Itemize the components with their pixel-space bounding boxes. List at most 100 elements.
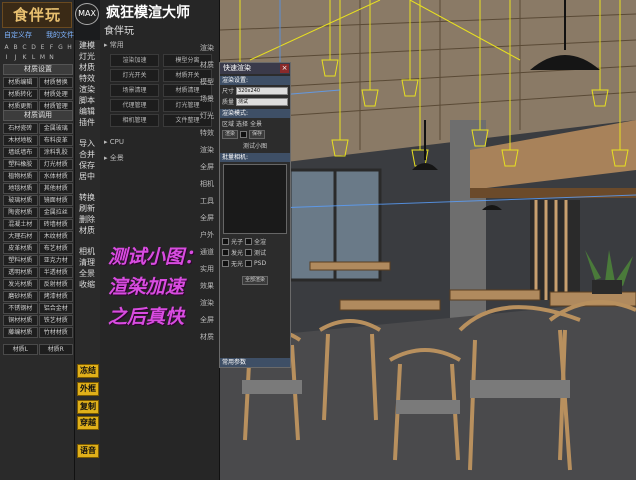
material-library-button[interactable]: 半透材质 — [38, 267, 73, 278]
material-library-button[interactable]: 亚克力材 — [38, 255, 73, 266]
material-library-button[interactable]: 铁艺材质 — [38, 315, 73, 326]
material-library-button[interactable]: 木材地板 — [3, 135, 38, 146]
bottom-button[interactable]: 材质R — [38, 344, 73, 355]
material-library-button[interactable]: 不锈钢材 — [3, 303, 38, 314]
alpha-filter-a[interactable]: A — [3, 44, 10, 52]
material-library-button[interactable]: 陶瓷材质 — [3, 207, 38, 218]
common-params-footer[interactable]: 常用参数 — [220, 358, 290, 367]
material-library-button[interactable]: 皮革材质 — [3, 243, 38, 254]
plugin-vertical-tab[interactable]: 相机 — [196, 176, 218, 193]
nolight-checkbox[interactable] — [222, 260, 229, 267]
alpha-filter-l[interactable]: L — [30, 54, 37, 62]
alpha-filter-h[interactable]: H — [66, 44, 73, 52]
custom-save-link[interactable]: 自定义存 — [4, 30, 32, 40]
dialog-titlebar[interactable]: 快速渲染 × — [220, 63, 290, 74]
mode-panorama[interactable]: 全景 — [250, 119, 262, 128]
alpha-filter-g[interactable]: G — [57, 44, 64, 52]
passthrough-button[interactable]: 穿越 — [77, 416, 99, 430]
material-library-button[interactable]: 布艺材质 — [38, 243, 73, 254]
test-checkbox[interactable] — [245, 249, 253, 256]
material-library-button[interactable]: 金属拉丝 — [38, 207, 73, 218]
tool-strip-item[interactable]: 插件 — [75, 117, 99, 128]
material-setting-button[interactable]: 材质编辑 — [3, 77, 38, 88]
alpha-filter-c[interactable]: C — [21, 44, 28, 52]
alpha-filter-j[interactable]: J — [12, 54, 19, 62]
plugin-button[interactable]: 灯光开关 — [110, 69, 159, 82]
plugin-button[interactable]: 场景清理 — [110, 84, 159, 97]
tool-strip-item[interactable]: 特效 — [75, 73, 99, 84]
copy-button[interactable]: 复制 — [77, 400, 99, 414]
mode-select[interactable]: 选择 — [236, 119, 248, 128]
material-library-button[interactable]: 镜面材质 — [38, 195, 73, 206]
material-library-button[interactable]: 灯光材质 — [38, 159, 73, 170]
tool-strip-item[interactable]: 刷新 — [75, 203, 99, 214]
plugin-vertical-tab[interactable]: 材质 — [196, 57, 218, 74]
material-library-button[interactable]: 涂料乳胶 — [38, 147, 73, 158]
material-library-button[interactable]: 透明材质 — [3, 267, 38, 278]
plugin-vertical-tab[interactable]: 场景 — [196, 91, 218, 108]
outline-button[interactable]: 外框 — [77, 382, 99, 396]
alpha-filter-i[interactable]: I — [3, 54, 10, 62]
material-setting-button[interactable]: 材质处理 — [38, 89, 73, 100]
tool-strip-item[interactable]: 删除 — [75, 214, 99, 225]
tool-strip-item[interactable]: 脚本 — [75, 95, 99, 106]
voice-button[interactable]: 语音 — [77, 444, 99, 458]
tool-strip-item[interactable]: 合并 — [75, 149, 99, 160]
material-library-button[interactable]: 塑料橡胶 — [3, 159, 38, 170]
material-library-button[interactable]: 竹材材质 — [38, 327, 73, 338]
plugin-vertical-tab[interactable]: 灯光 — [196, 108, 218, 125]
photon-checkbox[interactable] — [222, 238, 229, 245]
material-library-button[interactable]: 烤漆材质 — [38, 291, 73, 302]
my-files-link[interactable]: 我的文件 — [46, 30, 74, 40]
render-checkbox[interactable] — [240, 131, 248, 138]
material-library-button[interactable]: 藤编材质 — [3, 327, 38, 338]
material-setting-button[interactable]: 材质替换 — [38, 77, 73, 88]
plugin-vertical-tab[interactable]: 材质 — [196, 329, 218, 346]
plugin-vertical-tab[interactable]: 全屏 — [196, 312, 218, 329]
alpha-filter-d[interactable]: D — [30, 44, 37, 52]
bottom-button[interactable]: 材质L — [3, 344, 38, 355]
alpha-filter-n[interactable]: N — [48, 54, 55, 62]
material-library-button[interactable]: 植物材质 — [3, 171, 38, 182]
material-library-button[interactable]: 玻璃材质 — [3, 195, 38, 206]
plugin-vertical-tab[interactable]: 效果 — [196, 278, 218, 295]
material-library-button[interactable]: 地毯材质 — [3, 183, 38, 194]
material-library-button[interactable]: 发光材质 — [3, 279, 38, 290]
tool-strip-item[interactable]: 相机 — [75, 246, 99, 257]
plugin-button[interactable]: 代理管理 — [110, 99, 159, 112]
tool-strip-item[interactable]: 收缩 — [75, 279, 99, 290]
plugin-vertical-tab[interactable]: 渲染 — [196, 142, 218, 159]
plugin-vertical-tab[interactable]: 模型 — [196, 74, 218, 91]
psd-checkbox[interactable] — [245, 260, 253, 267]
alpha-filter-b[interactable]: B — [12, 44, 19, 52]
size-select[interactable]: 320x240 — [236, 86, 288, 95]
mode-region[interactable]: 区域 — [222, 119, 234, 128]
plugin-vertical-tab[interactable]: 全屏 — [196, 159, 218, 176]
material-library-button[interactable]: 反射材质 — [38, 279, 73, 290]
material-library-button[interactable]: 布料皮革 — [38, 135, 73, 146]
tool-strip-item[interactable]: 转换 — [75, 192, 99, 203]
camera-list[interactable] — [223, 164, 287, 234]
small-test-label[interactable]: 测试小图 — [243, 141, 267, 150]
freeze-button[interactable]: 冻结 — [77, 364, 99, 378]
material-library-button[interactable]: 石材瓷砖 — [3, 123, 38, 134]
tool-strip-item[interactable]: 编辑 — [75, 106, 99, 117]
alpha-filter-e[interactable]: E — [39, 44, 46, 52]
render-button[interactable]: 渲染 — [222, 130, 239, 139]
quality-select[interactable]: 测试 — [236, 97, 288, 106]
tool-strip-item[interactable]: 清理 — [75, 257, 99, 268]
alpha-filter-m[interactable]: M — [39, 54, 46, 62]
plugin-vertical-tab[interactable]: 工具 — [196, 193, 218, 210]
tool-strip-item[interactable]: 材质 — [75, 225, 99, 236]
material-library-button[interactable]: 其他材质 — [38, 183, 73, 194]
glow-checkbox[interactable] — [222, 249, 229, 256]
plugin-vertical-tab[interactable]: 全屏 — [196, 210, 218, 227]
tool-strip-item[interactable]: 渲染 — [75, 84, 99, 95]
material-library-button[interactable]: 大理石材 — [3, 231, 38, 242]
alpha-filter-f[interactable]: F — [48, 44, 55, 52]
material-library-button[interactable]: 铝合金材 — [38, 303, 73, 314]
material-library-button[interactable]: 磨砂材质 — [3, 291, 38, 302]
material-setting-button[interactable]: 材质转化 — [3, 89, 38, 100]
tool-strip-item[interactable]: 居中 — [75, 171, 99, 182]
material-library-button[interactable]: 金属玻璃 — [38, 123, 73, 134]
